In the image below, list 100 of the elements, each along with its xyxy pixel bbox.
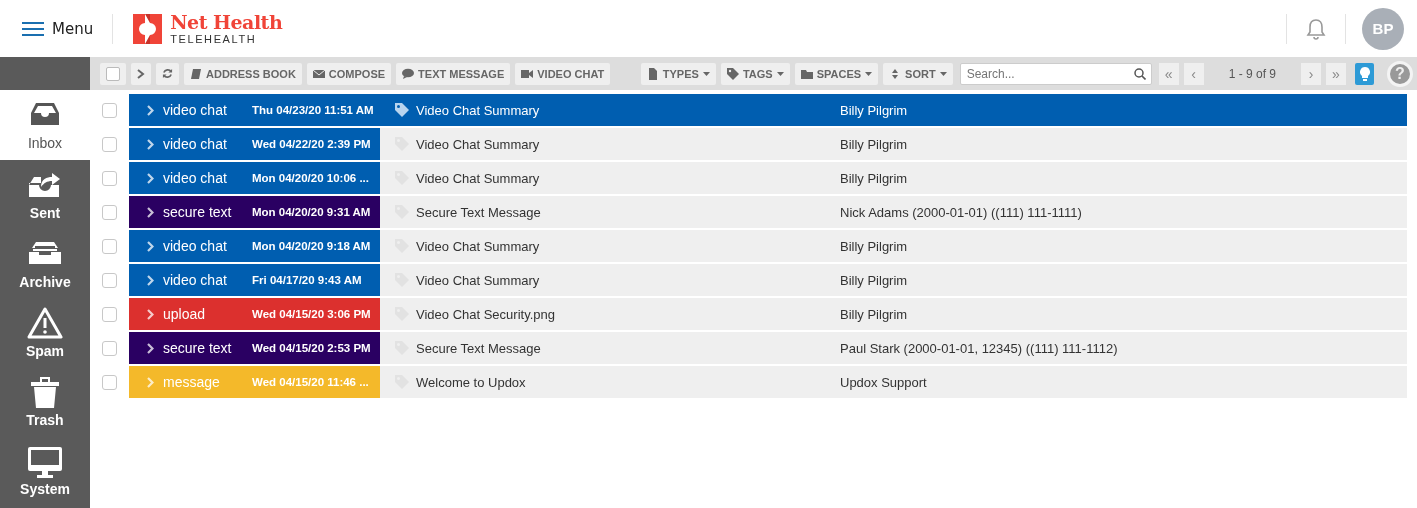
bell-icon[interactable] (1306, 17, 1326, 40)
message-sender: Billy Pilgrim (840, 102, 908, 118)
sidebar-item[interactable]: Trash (0, 367, 90, 436)
message-subject: Video Chat Summary (416, 238, 541, 254)
message-row[interactable]: video chat Mon 04/20/20 10:06 ... Video Chat Summary Billy Pilgrim (90, 162, 1407, 194)
chevron-icon[interactable] (147, 206, 154, 218)
message-type: video chat (163, 170, 228, 186)
message-sender: Updox Support (840, 374, 927, 390)
message-date: Thu 04/23/20 11:51 AM (252, 104, 374, 116)
message-sender: Billy Pilgrim (840, 170, 908, 186)
message-row[interactable]: video chat Mon 04/20/20 9:18 AM Video Chat Summary Billy Pilgrim (90, 230, 1407, 262)
message-type: video chat (163, 272, 228, 288)
message-sender: Paul Stark (2000-01-01, 12345) ((111) 111-1112) (840, 340, 1118, 356)
chevron-icon[interactable] (147, 240, 154, 252)
message-sender: Billy Pilgrim (840, 238, 908, 254)
address-book-button[interactable]: ADDRESS BOOK (184, 62, 302, 85)
message-date: Wed 04/22/20 2:39 PM (252, 138, 371, 150)
sidebar-item[interactable]: Spam (0, 298, 90, 367)
row-checkbox[interactable] (102, 306, 117, 322)
message-row[interactable]: video chat Wed 04/22/20 2:39 PM Video Chat Summary Billy Pilgrim (90, 128, 1407, 160)
chevron-icon[interactable] (147, 274, 154, 286)
message-sender: Billy Pilgrim (840, 306, 908, 322)
message-subject: Video Chat Security.png (416, 306, 556, 322)
chevron-icon[interactable] (147, 342, 154, 354)
expand-button[interactable] (131, 62, 151, 85)
envelope-icon (312, 67, 325, 80)
tag-icon[interactable] (394, 102, 410, 118)
menu-button[interactable]: Menu (22, 19, 94, 38)
brand-subtitle: TELEHEALTH (170, 33, 258, 45)
message-sender: Billy Pilgrim (840, 136, 908, 152)
page-range: 1 - 9 of 9 (1228, 66, 1276, 81)
message-row[interactable]: upload Wed 04/15/20 3:06 PM Video Chat Security.png Billy Pilgrim (90, 298, 1407, 330)
tag-icon (726, 67, 739, 80)
message-date: Fri 04/17/20 9:43 AM (252, 274, 362, 286)
row-checkbox[interactable] (102, 136, 117, 152)
warning-icon (27, 306, 63, 341)
chevron-icon (137, 68, 145, 79)
logo-icon (133, 13, 163, 44)
refresh-button[interactable] (156, 62, 179, 85)
refresh-icon (162, 68, 173, 79)
lightbulb-button[interactable] (1355, 62, 1374, 85)
filter-dropdown[interactable]: TYPES (640, 62, 716, 85)
video-camera-icon (521, 67, 534, 80)
message-subject: Secure Text Message (416, 204, 542, 220)
sidebar-item[interactable]: Inbox (0, 90, 90, 160)
row-checkbox[interactable] (102, 340, 117, 356)
message-subject: Video Chat Summary (416, 136, 541, 152)
row-checkbox[interactable] (102, 272, 117, 288)
message-row[interactable]: secure text Mon 04/20/20 9:31 AM Secure Text Message Nick Adams (2000-01-01) ((111) 111-1111) (90, 196, 1407, 228)
message-row[interactable]: video chat Fri 04/17/20 9:43 AM Video Chat Summary Billy Pilgrim (90, 264, 1407, 296)
file-icon (646, 67, 659, 80)
message-subject: Video Chat Summary (416, 272, 541, 288)
message-row[interactable]: secure text Wed 04/15/20 2:53 PM Secure Text Message Paul Stark (2000-01-01, 12345) ((111) 111-1112) (90, 332, 1407, 364)
message-date: Wed 04/15/20 11:46 ... (252, 376, 369, 388)
row-checkbox[interactable] (102, 204, 117, 220)
row-checkbox[interactable] (102, 374, 117, 390)
caret-icon (939, 71, 947, 76)
row-checkbox[interactable] (102, 238, 117, 254)
message-type: video chat (163, 136, 228, 152)
caret-icon (865, 71, 873, 76)
message-sender: Nick Adams (2000-01-01) ((111) 111-1111) (840, 204, 1082, 220)
message-type: secure text (163, 340, 233, 356)
select-all-button[interactable] (100, 62, 126, 85)
select-all-checkbox[interactable] (106, 66, 120, 81)
message-date: Wed 04/15/20 2:53 PM (252, 342, 371, 354)
sidebar-item[interactable]: Archive (0, 229, 90, 298)
folder-icon (800, 67, 813, 80)
message-row[interactable]: message Wed 04/15/20 11:46 ... Welcome to Updox Updox Support (90, 366, 1407, 398)
speech-bubble-icon (402, 67, 415, 80)
book-icon (190, 67, 202, 80)
sidebar-item[interactable]: System (0, 436, 90, 505)
filter-dropdown[interactable]: SORT (883, 62, 953, 85)
message-type: video chat (163, 238, 228, 254)
message-subject: Video Chat Summary (416, 170, 541, 186)
message-date: Mon 04/20/20 10:06 ... (252, 172, 369, 184)
brand-name: Net Health (170, 12, 283, 32)
message-sender: Billy Pilgrim (840, 272, 908, 288)
message-date: Mon 04/20/20 9:18 AM (252, 240, 371, 252)
compose-button[interactable]: COMPOSE (306, 62, 392, 85)
message-row[interactable]: video chat Thu 04/23/20 11:51 AM Video Chat Summary Billy Pilgrim (90, 94, 1407, 126)
row-checkbox[interactable] (102, 170, 117, 186)
filter-dropdown[interactable]: TAGS (720, 62, 790, 85)
chevron-icon[interactable] (147, 104, 154, 116)
message-type: video chat (163, 102, 228, 118)
caret-icon (776, 71, 784, 76)
message-type: upload (163, 306, 207, 322)
message-type: message (163, 374, 221, 390)
chevron-icon[interactable] (147, 138, 154, 150)
text-message-button[interactable]: TEXT MESSAGE (396, 62, 511, 85)
message-subject: Welcome to Updox (416, 374, 527, 390)
message-subject: Video Chat Summary (416, 102, 541, 118)
menu-icon (22, 20, 44, 37)
lightbulb-icon (1359, 66, 1370, 81)
chevron-icon[interactable] (147, 172, 154, 184)
video-chat-button[interactable]: VIDEO CHAT (515, 62, 611, 85)
message-subject: Secure Text Message (416, 340, 542, 356)
filter-dropdown[interactable]: SPACES (794, 62, 879, 85)
sidebar-item[interactable]: Sent (0, 160, 90, 229)
row-checkbox[interactable] (102, 102, 117, 118)
search-field[interactable]: Search... (959, 62, 1152, 85)
